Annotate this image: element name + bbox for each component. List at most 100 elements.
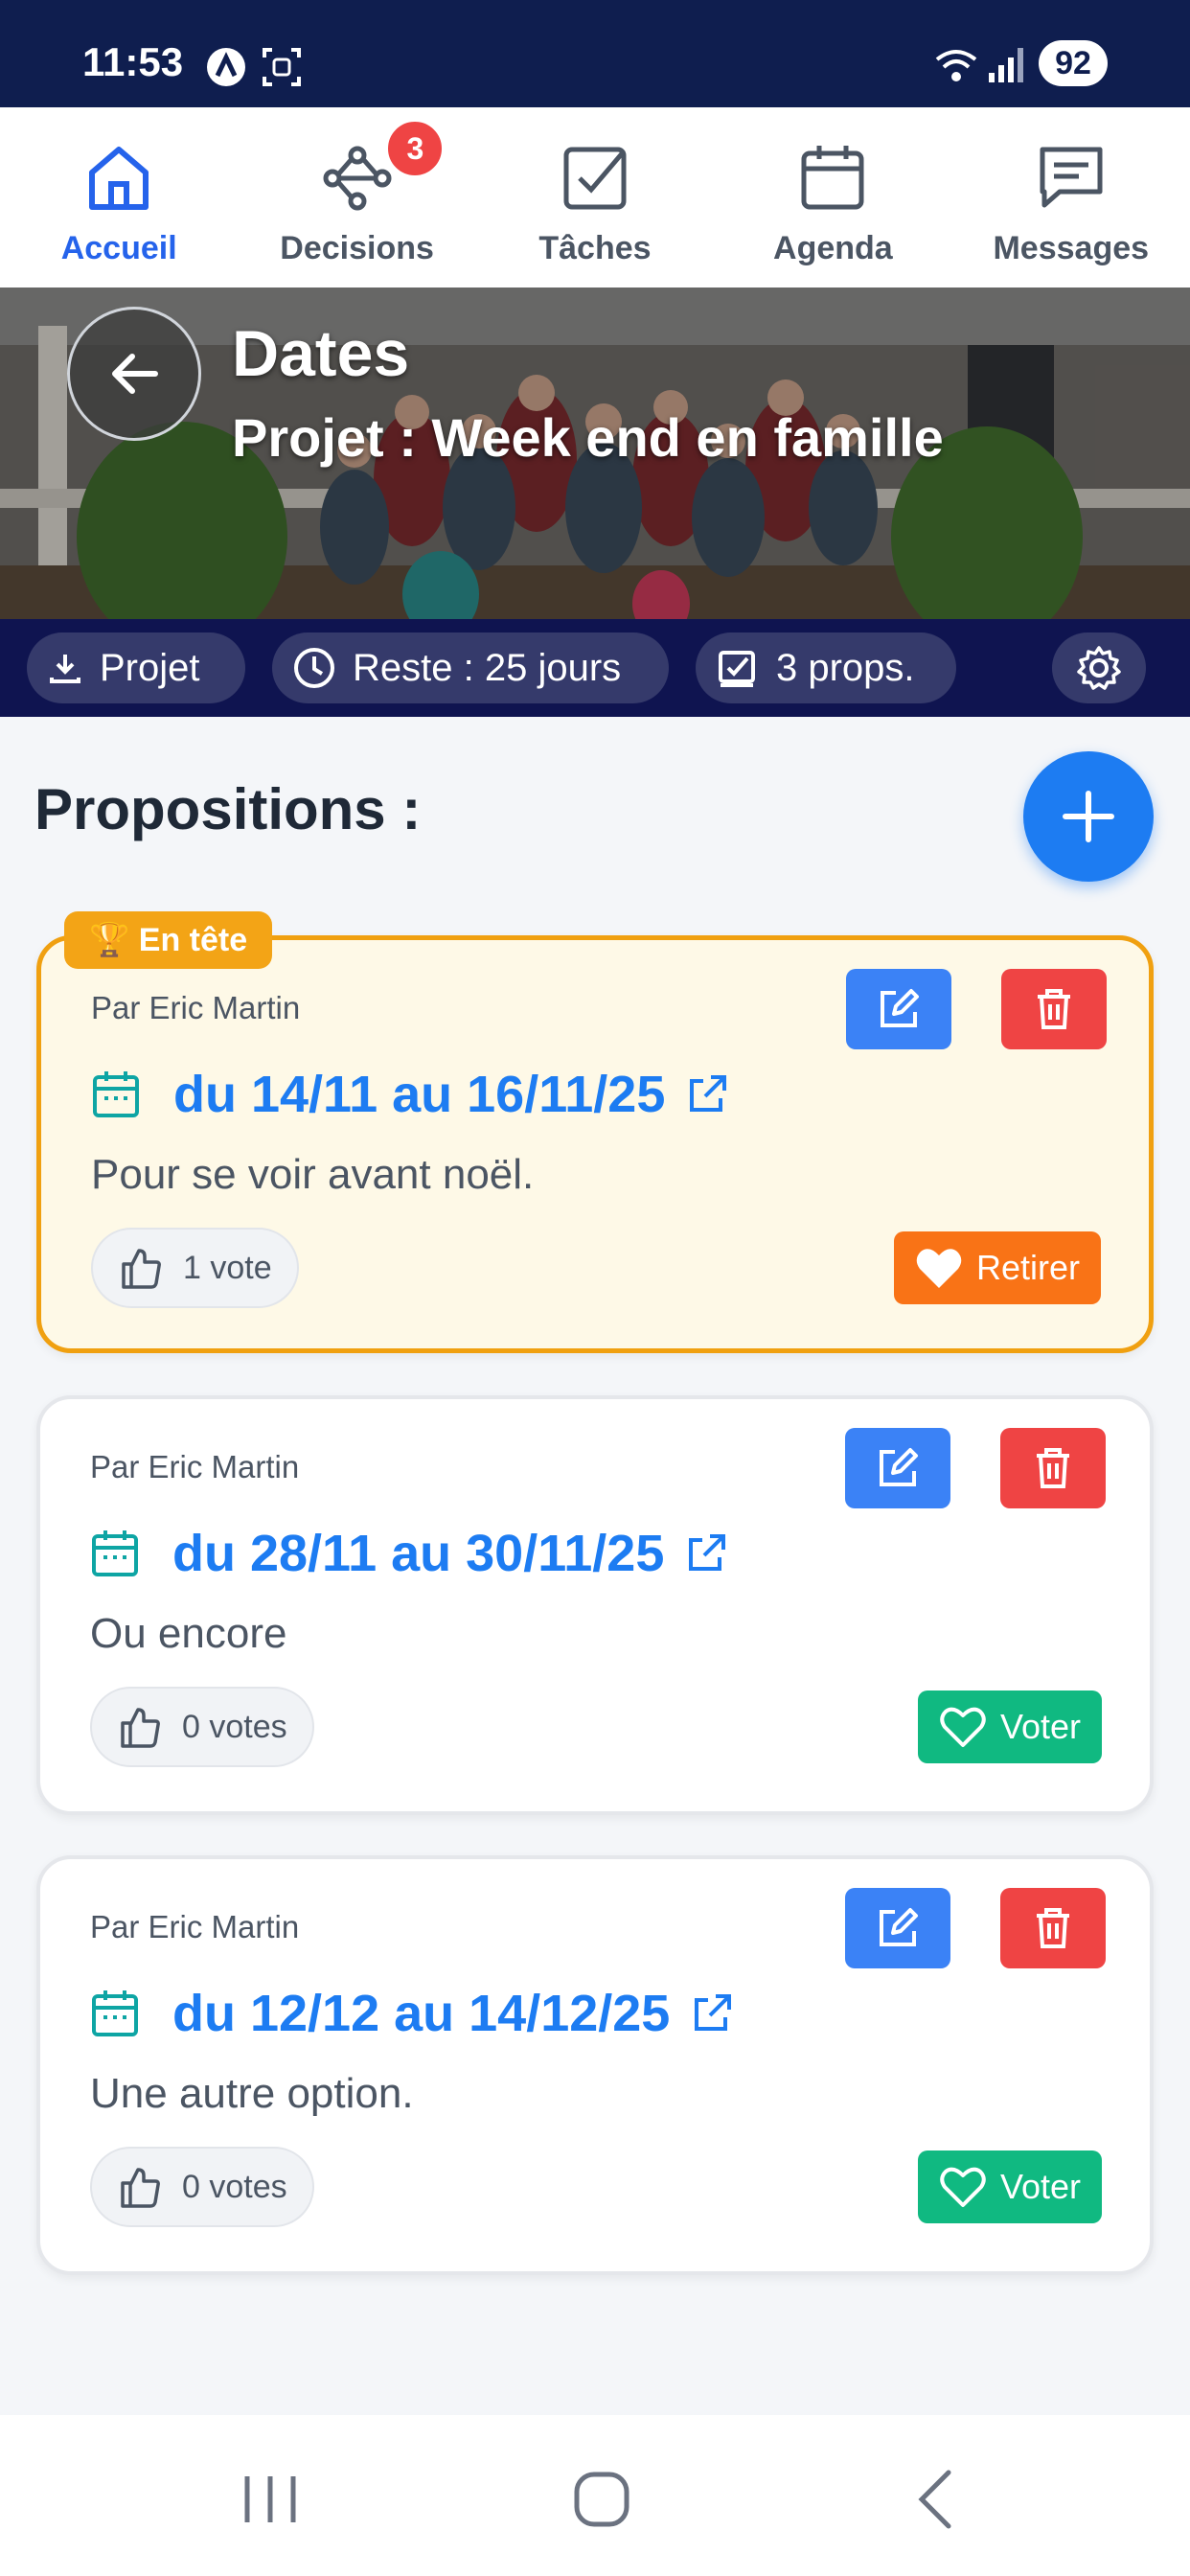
project-subtitle: Projet : Week end en famille [232,407,944,468]
vote-button[interactable]: Voter [917,2150,1102,2223]
nav-tab-taches[interactable]: Tâches [476,107,714,288]
props-pill: 3 props. [696,632,956,703]
proposal-card: Par Eric Martin du 12/12 au 14/12/25 Une… [36,1855,1154,2275]
message-icon [1040,147,1103,208]
external-link-icon [690,1075,727,1112]
leader-badge: 🏆 En tête [64,911,273,969]
nav-tab-decisions[interactable]: 3 Decisions [238,107,475,288]
external-link-icon [689,1534,726,1571]
add-proposal-button[interactable] [1023,751,1154,882]
status-time: 11:53 [82,39,184,84]
proposal-author: Par Eric Martin [90,1909,300,1944]
edit-icon [880,1448,918,1486]
heart-filled-icon [916,1249,962,1288]
retire-vote-button[interactable]: Retirer [893,1231,1101,1304]
calendar-icon [92,1530,138,1576]
edit-button[interactable] [845,1428,950,1508]
remaining-pill: Reste : 25 jours [272,632,669,703]
retire-label: Retirer [975,1248,1080,1287]
vote-count-label: 0 votes [182,1708,287,1745]
back-button[interactable] [67,307,201,441]
thumbs-up-icon [121,2168,160,2208]
nav-label: Accueil [60,230,177,266]
proposal-card: Par Eric Martin du 28/11 au 30/11/25 Ou … [36,1395,1154,1815]
thumbs-up-icon [122,1249,161,1289]
settings-button[interactable] [1052,632,1146,703]
project-pill[interactable]: Projet [27,632,245,703]
trash-icon [1038,989,1070,1029]
battery-indicator: 92 [1039,40,1108,86]
screenshot-icon [263,48,301,86]
plus-icon [1063,791,1114,842]
proposal-description: Pour se voir avant noël. [91,1151,535,1198]
edit-icon [880,1908,918,1946]
heart-outline-icon [940,1707,986,1747]
back-nav-icon[interactable] [899,2461,975,2538]
nav-tab-messages[interactable]: Messages [952,107,1190,288]
proposal-date-row[interactable]: du 12/12 au 14/12/25 [90,1984,733,2043]
top-navigation: Accueil 3 Decisions Tâches Agenda Messag… [0,107,1190,288]
status-bar: 11:53 92 [0,0,1190,107]
vote-count-label: 1 vote [183,1249,272,1286]
nav-label: Decisions [280,230,434,266]
vote-button[interactable]: Voter [917,1690,1102,1763]
proposal-dates: du 28/11 au 30/11/25 [172,1525,665,1582]
clock-icon [294,648,334,688]
nav-tab-accueil[interactable]: Accueil [0,107,238,288]
gear-icon [1077,646,1121,690]
vote-count: 1 vote [91,1228,299,1308]
checklist-icon [719,651,755,687]
nav-label: Agenda [773,230,893,266]
vote-label: Voter [999,2167,1081,2206]
project-pill-label: Projet [100,646,200,689]
proposal-date-row[interactable]: du 28/11 au 30/11/25 [90,1524,727,1583]
proposal-author: Par Eric Martin [91,990,301,1025]
proposal-dates: du 12/12 au 14/12/25 [172,1985,671,2042]
edit-button[interactable] [846,969,951,1049]
task-check-icon [563,147,627,210]
delete-button[interactable] [1000,1428,1106,1508]
notification-badge: 3 [385,119,446,178]
arrow-left-icon [112,354,158,394]
info-bar: Projet Reste : 25 jours 3 props. [0,619,1190,717]
nav-label: Tâches [538,230,652,266]
proposal-author: Par Eric Martin [90,1449,300,1484]
props-label: 3 props. [776,646,915,689]
page-title: Dates [232,317,410,390]
vote-count-label: 0 votes [182,2168,287,2205]
section-title: Propositions : [34,777,422,841]
trash-icon [1037,1908,1069,1948]
wifi-icon [935,50,977,81]
calendar-icon [93,1071,139,1117]
nav-tab-agenda[interactable]: Agenda [714,107,951,288]
download-tray-icon [50,655,80,683]
external-link-icon [695,1994,732,2031]
home-icon [89,147,149,210]
proposal-date-row[interactable]: du 14/11 au 16/11/25 [91,1065,728,1124]
proposal-dates: du 14/11 au 16/11/25 [173,1066,666,1123]
proposal-card: 🏆 En tête Par Eric Martin du 14/11 au 16… [36,911,1154,1353]
recent-apps-icon[interactable] [232,2461,309,2538]
hero-banner: Dates Projet : Week end en famille [0,288,1190,619]
proposal-description: Une autre option. [90,2070,414,2117]
decision-tree-icon [323,146,392,211]
heart-outline-icon [940,2167,986,2207]
edit-icon [881,989,919,1027]
home-button-icon[interactable] [563,2461,640,2538]
vote-label: Voter [999,1707,1081,1746]
signal-icon [989,48,1023,82]
delete-button[interactable] [1000,1888,1106,1968]
system-navigation-bar [0,2415,1190,2576]
vote-count: 0 votes [90,1687,314,1767]
remaining-label: Reste : 25 jours [353,646,622,689]
delete-button[interactable] [1001,969,1107,1049]
trash-icon [1037,1448,1069,1488]
calendar-icon [92,1990,138,2036]
edit-button[interactable] [845,1888,950,1968]
proposal-description: Ou encore [90,1610,287,1657]
nav-label: Messages [993,230,1150,266]
nav-app-icon [207,48,245,86]
thumbs-up-icon [121,1708,160,1748]
calendar-icon [801,146,864,210]
vote-count: 0 votes [90,2147,314,2227]
